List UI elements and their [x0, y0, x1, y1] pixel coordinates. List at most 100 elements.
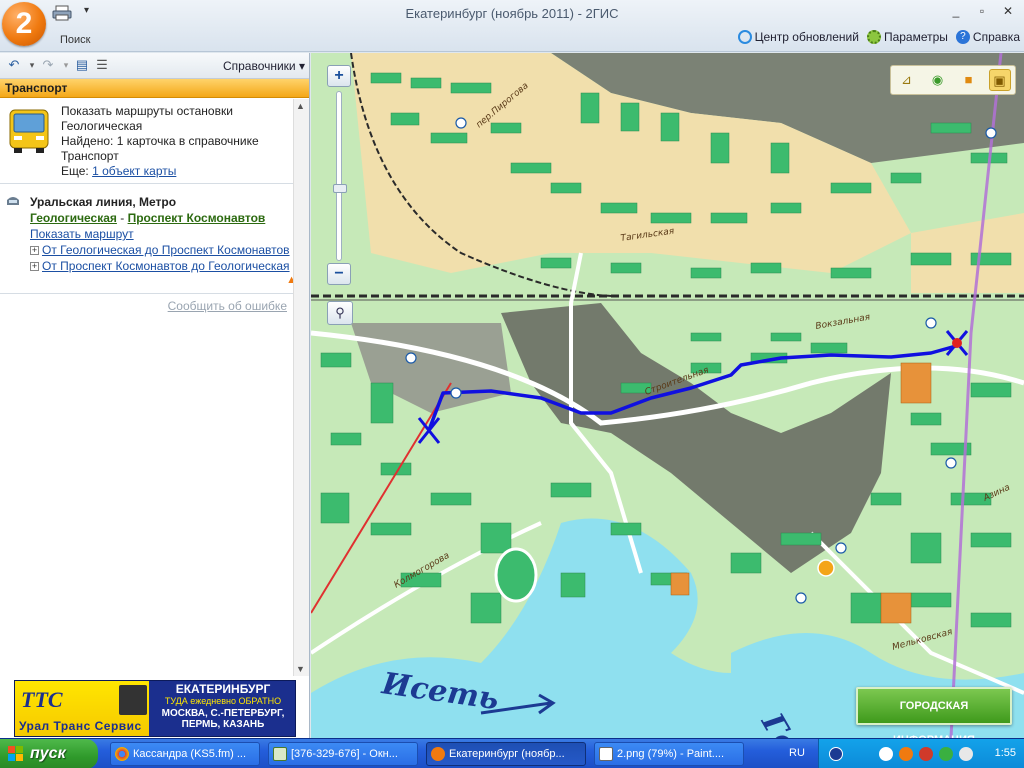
help-label: Справка: [972, 30, 1020, 44]
expand-plus-icon[interactable]: +: [30, 246, 39, 256]
stadium: [494, 547, 538, 603]
ad-city: ЕКАТЕРИНБУРГ: [175, 682, 271, 696]
print-map-icon[interactable]: ▣: [988, 69, 1011, 91]
directories-label: Справочники: [222, 59, 296, 73]
language-indicator[interactable]: RU: [789, 747, 805, 759]
settings-label: Параметры: [883, 30, 948, 44]
layout-icon[interactable]: ▤: [74, 58, 90, 72]
search-tab[interactable]: Поиск: [60, 34, 90, 46]
select-area-icon[interactable]: ■: [958, 69, 980, 91]
ad-logo: ТТС: [21, 687, 63, 712]
station-separator: -: [116, 211, 128, 225]
system-tray: RU 1:55: [789, 739, 1024, 768]
metro-info: Уральская линия, Метро Геологическая - П…: [30, 194, 290, 274]
window-title: Екатеринбург (ноябрь 2011) - 2ГИС: [405, 6, 619, 21]
zoom-slider[interactable]: [333, 91, 347, 261]
report-error-link[interactable]: Сообщить об ошибке: [168, 299, 287, 313]
gear-icon: [866, 30, 881, 44]
scroll-up-icon[interactable]: ▲: [296, 101, 305, 111]
directories-dropdown[interactable]: Справочники ▾: [223, 59, 305, 73]
layers-icon[interactable]: ◉: [927, 69, 949, 91]
metro-station-marker: [952, 338, 962, 348]
maximize-button[interactable]: ▫: [970, 2, 994, 20]
zoom-out-button[interactable]: −: [327, 263, 351, 285]
left-panel: ↶ ▾ ↷ ▾ ▤ ☰ Справочники ▾ Транспорт Пока…: [0, 53, 310, 738]
city-info-button[interactable]: ГОРОДСКАЯ ИНФОРМАЦИЯ: [856, 687, 1012, 738]
forward-arrow-icon[interactable]: ↷: [40, 58, 56, 72]
windows-flag-icon: [8, 746, 23, 761]
poi-marker: [817, 559, 835, 577]
taskbar-item-label: Екатеринбург (ноябр...: [449, 748, 565, 760]
map-view[interactable]: Тагильская Вокзальная Строительная Колмо…: [311, 53, 1024, 738]
tray-chrome-icon[interactable]: [879, 747, 893, 761]
street-label: Вокзальная: [815, 312, 872, 332]
stop-card: Показать маршруты остановки Геологическа…: [0, 98, 309, 184]
route-forward-link[interactable]: От Геологическая до Проспект Космонавтов: [42, 243, 290, 257]
taskbar-item[interactable]: Кассандра (KS5.fm) ...: [110, 742, 260, 766]
to-station-link[interactable]: Проспект Космонавтов: [128, 211, 266, 225]
bus-icon: [9, 109, 49, 153]
close-button[interactable]: ✕: [996, 2, 1020, 20]
section-header: Транспорт: [0, 79, 309, 98]
stop-more-prefix: Еще:: [61, 164, 93, 178]
route-back-link[interactable]: От Проспект Космонавтов до Геологическая: [42, 259, 290, 273]
zoom-in-button[interactable]: +: [327, 65, 351, 87]
help-button[interactable]: ? Справка: [955, 30, 1020, 44]
ribbon-right: Центр обновлений Параметры ? Справка: [737, 30, 1020, 44]
back-arrow-icon[interactable]: ↶: [6, 58, 22, 72]
update-center-label: Центр обновлений: [754, 30, 859, 44]
stop-name: Геологическая: [61, 119, 143, 133]
magnifier-icon[interactable]: ⚲: [327, 301, 353, 325]
start-label: пуск: [30, 745, 66, 762]
minimize-button[interactable]: _: [944, 2, 968, 20]
taskbar-item-label: [376-329-676] - Окн...: [291, 748, 398, 760]
taskbar-item[interactable]: 2.png (79%) - Paint....: [594, 742, 744, 766]
street-label: Азина: [981, 483, 1012, 504]
tray-network-icon[interactable]: [829, 747, 843, 761]
clock[interactable]: 1:55: [995, 747, 1016, 759]
tray-volume-icon[interactable]: [959, 747, 973, 761]
expand-plus-icon[interactable]: +: [30, 262, 39, 272]
ad-route-1: МОСКВА, С.-ПЕТЕРБУРГ,: [161, 708, 285, 719]
chrome-icon: [115, 747, 129, 761]
taskbar-item-label: 2.png (79%) - Paint....: [617, 748, 724, 760]
ad-company: Урал Транс Сервис: [19, 719, 142, 733]
ad-route-2: ПЕРМЬ, КАЗАНЬ: [181, 719, 265, 730]
ad-brand: ТТС Урал Транс Сервис: [15, 681, 149, 736]
map-object-link[interactable]: 1 объект карты: [92, 164, 176, 178]
from-station-link[interactable]: Геологическая: [30, 211, 117, 225]
scroll-down-icon[interactable]: ▼: [296, 664, 305, 674]
tray-2gis-icon[interactable]: [899, 747, 913, 761]
title-bar: 2 ▾ Екатеринбург (ноябрь 2011) - 2ГИС _ …: [0, 0, 1024, 52]
map-tools-panel: ⊿ ◉ ■ ▣: [890, 65, 1016, 95]
ad-banner[interactable]: ТТС Урал Транс Сервис ЕКАТЕРИНБУРГ ТУДА …: [14, 680, 296, 737]
tray-app-icon[interactable]: [919, 747, 933, 761]
paint-icon: [599, 747, 613, 761]
taskbar: пуск Кассандра (KS5.fm) ... [376-329-676…: [0, 738, 1024, 768]
update-center-button[interactable]: Центр обновлений: [737, 30, 859, 44]
ad-schedule: ТУДА ежедневно ОБРАТНО: [164, 696, 282, 706]
show-route-link[interactable]: Показать маршрут: [30, 227, 134, 241]
route-forward-row: + От Геологическая до Проспект Космонавто…: [30, 242, 290, 258]
start-button[interactable]: пуск: [0, 739, 98, 768]
ruler-icon[interactable]: ⊿: [896, 69, 918, 91]
taskbar-item[interactable]: [376-329-676] - Окн...: [268, 742, 418, 766]
stop-line-1: Показать маршруты остановки: [61, 104, 233, 118]
metro-icon: [7, 197, 19, 205]
forward-dropdown-icon[interactable]: ▾: [58, 58, 74, 72]
back-dropdown-icon[interactable]: ▾: [24, 58, 40, 72]
zoom-slider-thumb[interactable]: [333, 184, 347, 193]
window-controls: _ ▫ ✕: [944, 2, 1020, 20]
stop-info: Показать маршруты остановки Геологическа…: [61, 104, 259, 179]
help-icon: ?: [955, 30, 970, 44]
list-icon[interactable]: ☰: [94, 58, 110, 72]
metro-line-title: Уральская линия, Метро: [30, 195, 177, 209]
scrollbar[interactable]: ▲ ▼: [293, 99, 309, 676]
settings-button[interactable]: Параметры: [866, 30, 948, 44]
public-building: [670, 572, 690, 596]
tray-icq-icon[interactable]: [939, 747, 953, 761]
taskbar-item-active[interactable]: Екатеринбург (ноябр...: [426, 742, 586, 766]
map-canvas[interactable]: Тагильская Вокзальная Строительная Колмо…: [311, 53, 1024, 738]
refresh-icon: [737, 30, 752, 44]
2gis-icon: [431, 747, 445, 761]
